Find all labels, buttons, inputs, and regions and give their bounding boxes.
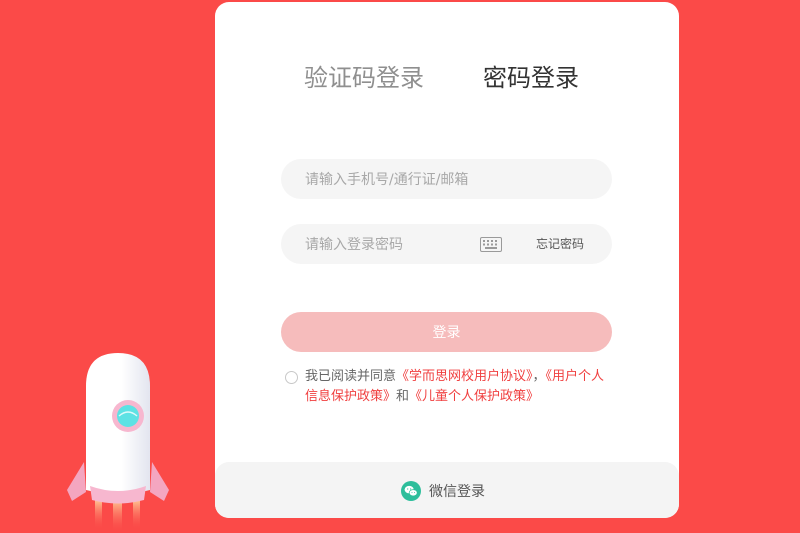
agreement-conjunction: 和 (396, 389, 410, 404)
tab-sms-login[interactable]: 验证码登录 (304, 60, 424, 96)
wechat-login-label: 微信登录 (429, 484, 485, 500)
radio-unchecked-icon[interactable] (285, 371, 298, 384)
login-card: 验证码登录 密码登录 忘记密码 登录 我已阅读并同意《学而思网校用户协议》，《用… (215, 2, 679, 518)
child-policy-link[interactable]: 《儿童个人保护政策》 (409, 389, 539, 404)
tab-password-label: 密码登录 (483, 64, 579, 92)
password-input[interactable] (303, 224, 487, 266)
agreement-separator: ， (532, 369, 546, 384)
wechat-login-button[interactable]: 微信登录 (401, 481, 485, 501)
agreement: 我已阅读并同意《学而思网校用户协议》，《用户个人信息保护政策》和《儿童个人保护政… (285, 367, 615, 407)
agreement-prefix: 我已阅读并同意 (305, 369, 397, 384)
wechat-icon (401, 481, 421, 501)
account-field (281, 159, 612, 201)
keyboard-icon[interactable] (480, 237, 502, 252)
footer-bar: 微信登录 (215, 462, 679, 518)
forgot-password-link[interactable]: 忘记密码 (536, 224, 584, 264)
password-field: 忘记密码 (281, 224, 612, 266)
login-button[interactable]: 登录 (281, 312, 612, 352)
account-input[interactable] (303, 159, 587, 201)
user-agreement-link[interactable]: 《学而思网校用户协议》 (396, 369, 533, 384)
login-tabs: 验证码登录 密码登录 (215, 60, 679, 100)
agreement-text: 我已阅读并同意《学而思网校用户协议》，《用户个人信息保护政策》和《儿童个人保护政… (285, 367, 615, 407)
tab-password-login[interactable]: 密码登录 (483, 60, 579, 96)
rocket-illustration (67, 353, 169, 533)
